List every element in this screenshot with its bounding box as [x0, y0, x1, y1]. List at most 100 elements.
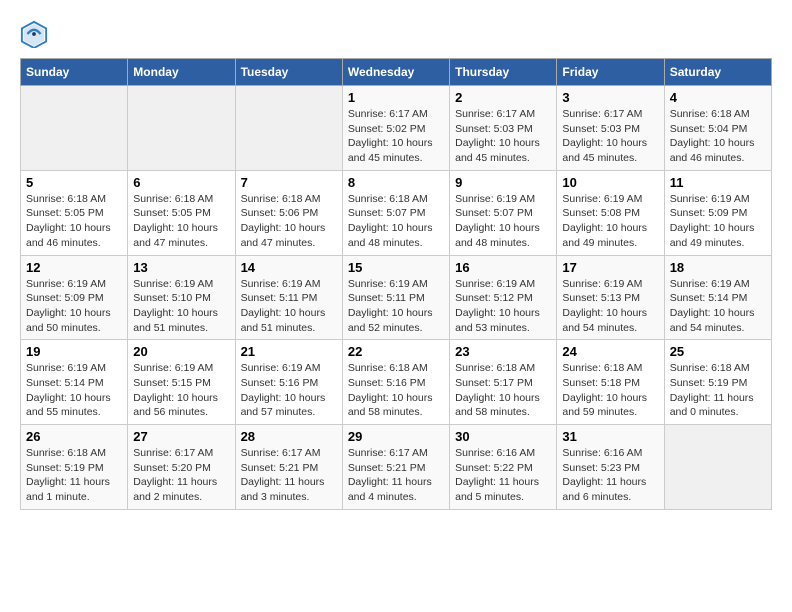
calendar-cell [21, 86, 128, 171]
day-number: 25 [670, 344, 766, 359]
day-number: 10 [562, 175, 658, 190]
calendar-cell: 26 Sunrise: 6:18 AM Sunset: 5:19 PM Dayli… [21, 425, 128, 510]
calendar-cell: 11 Sunrise: 6:19 AM Sunset: 5:09 PM Dayli… [664, 170, 771, 255]
calendar-cell: 8 Sunrise: 6:18 AM Sunset: 5:07 PM Daylig… [342, 170, 449, 255]
day-number: 20 [133, 344, 229, 359]
day-number: 15 [348, 260, 444, 275]
day-info: Sunrise: 6:17 AM Sunset: 5:21 PM Dayligh… [348, 446, 444, 505]
day-info: Sunrise: 6:19 AM Sunset: 5:11 PM Dayligh… [241, 277, 337, 336]
day-number: 6 [133, 175, 229, 190]
calendar-cell [128, 86, 235, 171]
day-info: Sunrise: 6:16 AM Sunset: 5:22 PM Dayligh… [455, 446, 551, 505]
day-info: Sunrise: 6:19 AM Sunset: 5:09 PM Dayligh… [26, 277, 122, 336]
day-info: Sunrise: 6:19 AM Sunset: 5:11 PM Dayligh… [348, 277, 444, 336]
day-info: Sunrise: 6:18 AM Sunset: 5:04 PM Dayligh… [670, 107, 766, 166]
day-number: 13 [133, 260, 229, 275]
day-info: Sunrise: 6:19 AM Sunset: 5:15 PM Dayligh… [133, 361, 229, 420]
day-number: 29 [348, 429, 444, 444]
day-info: Sunrise: 6:19 AM Sunset: 5:09 PM Dayligh… [670, 192, 766, 251]
day-info: Sunrise: 6:18 AM Sunset: 5:05 PM Dayligh… [133, 192, 229, 251]
day-info: Sunrise: 6:17 AM Sunset: 5:03 PM Dayligh… [455, 107, 551, 166]
calendar-week-row: 19Sunrise: 6:19 AM Sunset: 5:14 PM Dayli… [21, 340, 772, 425]
logo-icon [20, 20, 48, 48]
calendar-week-row: 26 Sunrise: 6:18 AM Sunset: 5:19 PM Dayli… [21, 425, 772, 510]
calendar-cell: 19Sunrise: 6:19 AM Sunset: 5:14 PM Dayli… [21, 340, 128, 425]
day-number: 5 [26, 175, 122, 190]
calendar-cell: 9 Sunrise: 6:19 AM Sunset: 5:07 PM Daylig… [450, 170, 557, 255]
day-info: Sunrise: 6:19 AM Sunset: 5:14 PM Dayligh… [26, 361, 122, 420]
day-info: Sunrise: 6:17 AM Sunset: 5:21 PM Dayligh… [241, 446, 337, 505]
calendar-cell: 2 Sunrise: 6:17 AM Sunset: 5:03 PM Daylig… [450, 86, 557, 171]
day-info: Sunrise: 6:19 AM Sunset: 5:08 PM Dayligh… [562, 192, 658, 251]
header [20, 20, 772, 48]
day-number: 3 [562, 90, 658, 105]
day-number: 28 [241, 429, 337, 444]
calendar-cell: 3 Sunrise: 6:17 AM Sunset: 5:03 PM Daylig… [557, 86, 664, 171]
weekday-header-thursday: Thursday [450, 59, 557, 86]
day-number: 2 [455, 90, 551, 105]
weekday-header-saturday: Saturday [664, 59, 771, 86]
day-info: Sunrise: 6:17 AM Sunset: 5:02 PM Dayligh… [348, 107, 444, 166]
weekday-header-sunday: Sunday [21, 59, 128, 86]
calendar-header: SundayMondayTuesdayWednesdayThursdayFrid… [21, 59, 772, 86]
calendar-cell: 22Sunrise: 6:18 AM Sunset: 5:16 PM Dayli… [342, 340, 449, 425]
calendar-cell: 18 Sunrise: 6:19 AM Sunset: 5:14 PM Dayli… [664, 255, 771, 340]
calendar-week-row: 1Sunrise: 6:17 AM Sunset: 5:02 PM Daylig… [21, 86, 772, 171]
day-number: 11 [670, 175, 766, 190]
calendar-week-row: 12 Sunrise: 6:19 AM Sunset: 5:09 PM Dayli… [21, 255, 772, 340]
calendar-cell: 17 Sunrise: 6:19 AM Sunset: 5:13 PM Dayli… [557, 255, 664, 340]
calendar-cell: 24 Sunrise: 6:18 AM Sunset: 5:18 PM Dayli… [557, 340, 664, 425]
day-number: 17 [562, 260, 658, 275]
weekday-header-tuesday: Tuesday [235, 59, 342, 86]
calendar-cell: 5 Sunrise: 6:18 AM Sunset: 5:05 PM Daylig… [21, 170, 128, 255]
calendar-cell: 25 Sunrise: 6:18 AM Sunset: 5:19 PM Dayli… [664, 340, 771, 425]
calendar-cell: 14 Sunrise: 6:19 AM Sunset: 5:11 PM Dayli… [235, 255, 342, 340]
day-number: 8 [348, 175, 444, 190]
calendar-cell: 27Sunrise: 6:17 AM Sunset: 5:20 PM Dayli… [128, 425, 235, 510]
day-info: Sunrise: 6:18 AM Sunset: 5:05 PM Dayligh… [26, 192, 122, 251]
day-number: 24 [562, 344, 658, 359]
calendar-cell: 6 Sunrise: 6:18 AM Sunset: 5:05 PM Daylig… [128, 170, 235, 255]
day-number: 30 [455, 429, 551, 444]
day-number: 23 [455, 344, 551, 359]
day-number: 12 [26, 260, 122, 275]
day-number: 7 [241, 175, 337, 190]
day-info: Sunrise: 6:18 AM Sunset: 5:19 PM Dayligh… [670, 361, 766, 420]
calendar-cell [235, 86, 342, 171]
day-info: Sunrise: 6:19 AM Sunset: 5:16 PM Dayligh… [241, 361, 337, 420]
calendar-cell: 29 Sunrise: 6:17 AM Sunset: 5:21 PM Dayli… [342, 425, 449, 510]
day-number: 14 [241, 260, 337, 275]
day-number: 22 [348, 344, 444, 359]
day-info: Sunrise: 6:18 AM Sunset: 5:19 PM Dayligh… [26, 446, 122, 505]
calendar-body: 1Sunrise: 6:17 AM Sunset: 5:02 PM Daylig… [21, 86, 772, 510]
day-info: Sunrise: 6:18 AM Sunset: 5:06 PM Dayligh… [241, 192, 337, 251]
calendar-cell [664, 425, 771, 510]
logo [20, 20, 52, 48]
day-number: 16 [455, 260, 551, 275]
day-number: 18 [670, 260, 766, 275]
calendar-cell: 28 Sunrise: 6:17 AM Sunset: 5:21 PM Dayli… [235, 425, 342, 510]
day-info: Sunrise: 6:17 AM Sunset: 5:03 PM Dayligh… [562, 107, 658, 166]
calendar-cell: 1Sunrise: 6:17 AM Sunset: 5:02 PM Daylig… [342, 86, 449, 171]
day-number: 27 [133, 429, 229, 444]
calendar-cell: 30 Sunrise: 6:16 AM Sunset: 5:22 PM Dayli… [450, 425, 557, 510]
calendar-cell: 16Sunrise: 6:19 AM Sunset: 5:12 PM Dayli… [450, 255, 557, 340]
day-info: Sunrise: 6:18 AM Sunset: 5:18 PM Dayligh… [562, 361, 658, 420]
weekday-header-monday: Monday [128, 59, 235, 86]
day-info: Sunrise: 6:19 AM Sunset: 5:13 PM Dayligh… [562, 277, 658, 336]
day-number: 31 [562, 429, 658, 444]
weekday-header-row: SundayMondayTuesdayWednesdayThursdayFrid… [21, 59, 772, 86]
day-info: Sunrise: 6:19 AM Sunset: 5:10 PM Dayligh… [133, 277, 229, 336]
day-number: 26 [26, 429, 122, 444]
calendar-cell: 13 Sunrise: 6:19 AM Sunset: 5:10 PM Dayli… [128, 255, 235, 340]
day-info: Sunrise: 6:19 AM Sunset: 5:07 PM Dayligh… [455, 192, 551, 251]
day-number: 21 [241, 344, 337, 359]
calendar-cell: 20 Sunrise: 6:19 AM Sunset: 5:15 PM Dayli… [128, 340, 235, 425]
calendar-cell: 4Sunrise: 6:18 AM Sunset: 5:04 PM Daylig… [664, 86, 771, 171]
calendar-cell: 15 Sunrise: 6:19 AM Sunset: 5:11 PM Dayli… [342, 255, 449, 340]
day-info: Sunrise: 6:18 AM Sunset: 5:17 PM Dayligh… [455, 361, 551, 420]
day-number: 9 [455, 175, 551, 190]
day-info: Sunrise: 6:18 AM Sunset: 5:07 PM Dayligh… [348, 192, 444, 251]
day-info: Sunrise: 6:19 AM Sunset: 5:14 PM Dayligh… [670, 277, 766, 336]
calendar-cell: 23 Sunrise: 6:18 AM Sunset: 5:17 PM Dayli… [450, 340, 557, 425]
